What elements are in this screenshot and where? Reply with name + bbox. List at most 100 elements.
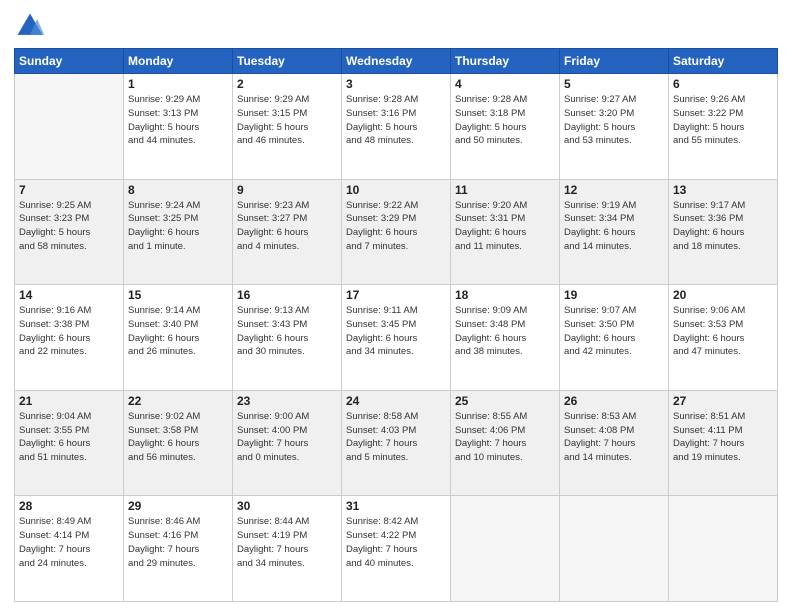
calendar-cell	[560, 496, 669, 602]
day-info: Sunrise: 9:04 AM Sunset: 3:55 PM Dayligh…	[19, 410, 119, 465]
calendar-header-row: SundayMondayTuesdayWednesdayThursdayFrid…	[15, 49, 778, 74]
day-number: 7	[19, 183, 119, 197]
calendar-cell: 27Sunrise: 8:51 AM Sunset: 4:11 PM Dayli…	[669, 390, 778, 496]
calendar-cell: 2 Sunrise: 9:29 AM Sunset: 3:15 PM Daylig…	[233, 74, 342, 180]
day-number: 14	[19, 288, 119, 302]
day-number: 18	[455, 288, 555, 302]
day-number: 15	[128, 288, 228, 302]
day-number: 19	[564, 288, 664, 302]
day-number: 1	[128, 77, 228, 91]
day-info: Sunrise: 9:06 AM Sunset: 3:53 PM Dayligh…	[673, 304, 773, 359]
day-info: Sunrise: 9:11 AM Sunset: 3:45 PM Dayligh…	[346, 304, 446, 359]
col-header-saturday: Saturday	[669, 49, 778, 74]
calendar-week-row: 14 Sunrise: 9:16 AM Sunset: 3:38 PM Dayli…	[15, 285, 778, 391]
calendar-cell: 4 Sunrise: 9:28 AM Sunset: 3:18 PM Daylig…	[451, 74, 560, 180]
calendar-table: SundayMondayTuesdayWednesdayThursdayFrid…	[14, 48, 778, 602]
day-number: 30	[237, 499, 337, 513]
calendar-cell: 20 Sunrise: 9:06 AM Sunset: 3:53 PM Dayli…	[669, 285, 778, 391]
calendar-cell: 23Sunrise: 9:00 AM Sunset: 4:00 PM Dayli…	[233, 390, 342, 496]
day-info: Sunrise: 9:20 AM Sunset: 3:31 PM Dayligh…	[455, 199, 555, 254]
calendar-cell: 19 Sunrise: 9:07 AM Sunset: 3:50 PM Dayli…	[560, 285, 669, 391]
day-number: 24	[346, 394, 446, 408]
calendar-cell: 13 Sunrise: 9:17 AM Sunset: 3:36 PM Dayli…	[669, 179, 778, 285]
calendar-cell	[451, 496, 560, 602]
day-info: Sunrise: 8:44 AM Sunset: 4:19 PM Dayligh…	[237, 515, 337, 570]
day-number: 23	[237, 394, 337, 408]
col-header-sunday: Sunday	[15, 49, 124, 74]
col-header-thursday: Thursday	[451, 49, 560, 74]
calendar-cell: 30 Sunrise: 8:44 AM Sunset: 4:19 PM Dayli…	[233, 496, 342, 602]
day-number: 20	[673, 288, 773, 302]
day-info: Sunrise: 9:25 AM Sunset: 3:23 PM Dayligh…	[19, 199, 119, 254]
calendar-cell: 10 Sunrise: 9:22 AM Sunset: 3:29 PM Dayli…	[342, 179, 451, 285]
day-info: Sunrise: 9:19 AM Sunset: 3:34 PM Dayligh…	[564, 199, 664, 254]
calendar-cell: 29 Sunrise: 8:46 AM Sunset: 4:16 PM Dayli…	[124, 496, 233, 602]
calendar-week-row: 28 Sunrise: 8:49 AM Sunset: 4:14 PM Dayli…	[15, 496, 778, 602]
header	[14, 10, 778, 42]
calendar-cell: 28 Sunrise: 8:49 AM Sunset: 4:14 PM Dayli…	[15, 496, 124, 602]
day-info: Sunrise: 9:29 AM Sunset: 3:15 PM Dayligh…	[237, 93, 337, 148]
day-number: 17	[346, 288, 446, 302]
col-header-monday: Monday	[124, 49, 233, 74]
calendar-cell: 9 Sunrise: 9:23 AM Sunset: 3:27 PM Daylig…	[233, 179, 342, 285]
day-number: 10	[346, 183, 446, 197]
day-info: Sunrise: 9:17 AM Sunset: 3:36 PM Dayligh…	[673, 199, 773, 254]
calendar-cell: 22 Sunrise: 9:02 AM Sunset: 3:58 PM Dayli…	[124, 390, 233, 496]
day-number: 4	[455, 77, 555, 91]
day-info: Sunrise: 9:09 AM Sunset: 3:48 PM Dayligh…	[455, 304, 555, 359]
day-number: 22	[128, 394, 228, 408]
day-number: 31	[346, 499, 446, 513]
day-number: 5	[564, 77, 664, 91]
calendar-cell: 12Sunrise: 9:19 AM Sunset: 3:34 PM Dayli…	[560, 179, 669, 285]
calendar-cell: 25Sunrise: 8:55 AM Sunset: 4:06 PM Dayli…	[451, 390, 560, 496]
calendar-cell: 7 Sunrise: 9:25 AM Sunset: 3:23 PM Daylig…	[15, 179, 124, 285]
day-info: Sunrise: 8:46 AM Sunset: 4:16 PM Dayligh…	[128, 515, 228, 570]
page: SundayMondayTuesdayWednesdayThursdayFrid…	[0, 0, 792, 612]
calendar-cell: 31 Sunrise: 8:42 AM Sunset: 4:22 PM Dayli…	[342, 496, 451, 602]
day-info: Sunrise: 9:23 AM Sunset: 3:27 PM Dayligh…	[237, 199, 337, 254]
day-number: 28	[19, 499, 119, 513]
calendar-cell: 24 Sunrise: 8:58 AM Sunset: 4:03 PM Dayli…	[342, 390, 451, 496]
day-number: 13	[673, 183, 773, 197]
col-header-wednesday: Wednesday	[342, 49, 451, 74]
day-number: 26	[564, 394, 664, 408]
day-number: 25	[455, 394, 555, 408]
day-info: Sunrise: 8:58 AM Sunset: 4:03 PM Dayligh…	[346, 410, 446, 465]
day-info: Sunrise: 9:13 AM Sunset: 3:43 PM Dayligh…	[237, 304, 337, 359]
col-header-tuesday: Tuesday	[233, 49, 342, 74]
day-info: Sunrise: 9:26 AM Sunset: 3:22 PM Dayligh…	[673, 93, 773, 148]
day-info: Sunrise: 8:53 AM Sunset: 4:08 PM Dayligh…	[564, 410, 664, 465]
day-info: Sunrise: 9:27 AM Sunset: 3:20 PM Dayligh…	[564, 93, 664, 148]
calendar-week-row: 1 Sunrise: 9:29 AM Sunset: 3:13 PM Daylig…	[15, 74, 778, 180]
calendar-cell: 3Sunrise: 9:28 AM Sunset: 3:16 PM Daylig…	[342, 74, 451, 180]
calendar-cell: 8Sunrise: 9:24 AM Sunset: 3:25 PM Daylig…	[124, 179, 233, 285]
day-info: Sunrise: 8:42 AM Sunset: 4:22 PM Dayligh…	[346, 515, 446, 570]
day-info: Sunrise: 9:24 AM Sunset: 3:25 PM Dayligh…	[128, 199, 228, 254]
calendar-cell: 1 Sunrise: 9:29 AM Sunset: 3:13 PM Daylig…	[124, 74, 233, 180]
calendar-cell: 26 Sunrise: 8:53 AM Sunset: 4:08 PM Dayli…	[560, 390, 669, 496]
day-info: Sunrise: 9:16 AM Sunset: 3:38 PM Dayligh…	[19, 304, 119, 359]
calendar-cell: 11Sunrise: 9:20 AM Sunset: 3:31 PM Dayli…	[451, 179, 560, 285]
day-info: Sunrise: 9:28 AM Sunset: 3:18 PM Dayligh…	[455, 93, 555, 148]
logo	[14, 10, 50, 42]
calendar-cell: 6Sunrise: 9:26 AM Sunset: 3:22 PM Daylig…	[669, 74, 778, 180]
calendar-cell: 14 Sunrise: 9:16 AM Sunset: 3:38 PM Dayli…	[15, 285, 124, 391]
calendar-cell: 16 Sunrise: 9:13 AM Sunset: 3:43 PM Dayli…	[233, 285, 342, 391]
calendar-cell: 15Sunrise: 9:14 AM Sunset: 3:40 PM Dayli…	[124, 285, 233, 391]
calendar-cell: 21 Sunrise: 9:04 AM Sunset: 3:55 PM Dayli…	[15, 390, 124, 496]
day-info: Sunrise: 9:28 AM Sunset: 3:16 PM Dayligh…	[346, 93, 446, 148]
day-number: 9	[237, 183, 337, 197]
day-info: Sunrise: 9:22 AM Sunset: 3:29 PM Dayligh…	[346, 199, 446, 254]
day-info: Sunrise: 9:07 AM Sunset: 3:50 PM Dayligh…	[564, 304, 664, 359]
day-number: 16	[237, 288, 337, 302]
day-number: 21	[19, 394, 119, 408]
day-info: Sunrise: 8:51 AM Sunset: 4:11 PM Dayligh…	[673, 410, 773, 465]
day-info: Sunrise: 9:02 AM Sunset: 3:58 PM Dayligh…	[128, 410, 228, 465]
day-info: Sunrise: 9:29 AM Sunset: 3:13 PM Dayligh…	[128, 93, 228, 148]
calendar-cell: 5 Sunrise: 9:27 AM Sunset: 3:20 PM Daylig…	[560, 74, 669, 180]
calendar-week-row: 7 Sunrise: 9:25 AM Sunset: 3:23 PM Daylig…	[15, 179, 778, 285]
day-number: 29	[128, 499, 228, 513]
day-number: 2	[237, 77, 337, 91]
day-info: Sunrise: 8:49 AM Sunset: 4:14 PM Dayligh…	[19, 515, 119, 570]
calendar-cell	[669, 496, 778, 602]
